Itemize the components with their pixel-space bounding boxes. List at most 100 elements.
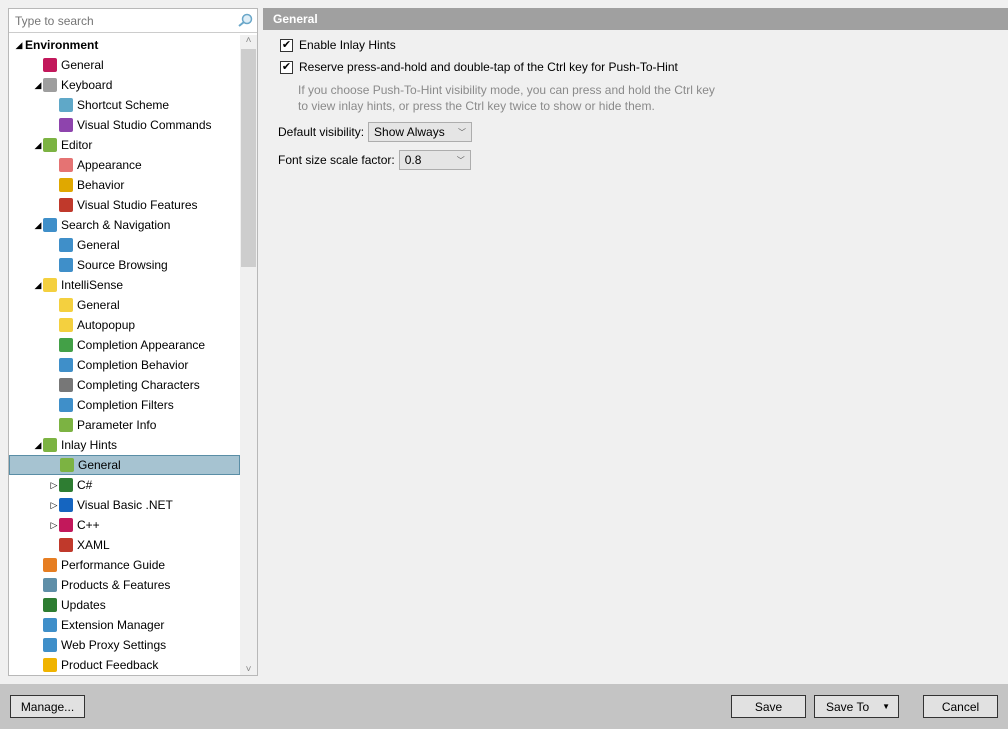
inlay-hints-icon bbox=[43, 438, 57, 452]
default-visibility-label: Default visibility: bbox=[278, 125, 365, 139]
expand-arrow-icon[interactable]: ▷ bbox=[49, 520, 59, 531]
tree-item[interactable]: Updates bbox=[9, 595, 240, 615]
tree-item-label: XAML bbox=[77, 538, 110, 552]
tree-item[interactable]: ◢ Inlay Hints bbox=[9, 435, 240, 455]
tree-item[interactable]: ▷ Visual Basic .NET bbox=[9, 495, 240, 515]
tree-item-label: Shortcut Scheme bbox=[77, 98, 170, 112]
lightbulb-icon bbox=[43, 278, 57, 292]
hint-line: If you choose Push-To-Hint visibility mo… bbox=[298, 83, 715, 97]
manage-button[interactable]: Manage... bbox=[10, 695, 85, 718]
search-box[interactable] bbox=[9, 9, 257, 33]
resharper-icon bbox=[43, 58, 57, 72]
extension-icon bbox=[43, 618, 57, 632]
collapse-arrow-icon[interactable]: ◢ bbox=[33, 440, 43, 451]
lightbulb-icon bbox=[59, 298, 73, 312]
tree-item-label: Visual Basic .NET bbox=[77, 498, 173, 512]
features-icon bbox=[59, 198, 73, 212]
tree-item-label: Completion Appearance bbox=[77, 338, 206, 352]
tree-item[interactable]: ◢ Keyboard bbox=[9, 75, 240, 95]
tree-item[interactable]: Parameter Info bbox=[9, 415, 240, 435]
save-to-button[interactable]: Save To ▼ bbox=[814, 695, 899, 718]
tree-item[interactable]: General bbox=[9, 295, 240, 315]
tree-item-label: Completion Behavior bbox=[77, 358, 189, 372]
tree-item-label: Visual Studio Features bbox=[77, 198, 198, 212]
tree-item[interactable]: ▷ C++ bbox=[9, 515, 240, 535]
tree-item[interactable]: ◢ Environment bbox=[9, 35, 240, 55]
tree-item-label: General bbox=[77, 238, 120, 252]
tree-item-label: Search & Navigation bbox=[61, 218, 171, 232]
tree-item[interactable]: Autopopup bbox=[9, 315, 240, 335]
tree-item-label: Completing Characters bbox=[77, 378, 200, 392]
products-icon bbox=[43, 578, 57, 592]
font-scale-dropdown[interactable]: 0.8 ﹀ bbox=[398, 150, 471, 170]
tree-item[interactable]: Visual Studio Commands bbox=[9, 115, 240, 135]
tree-item[interactable]: General bbox=[9, 455, 240, 475]
expand-arrow-icon[interactable]: ▷ bbox=[49, 480, 59, 491]
collapse-arrow-icon[interactable]: ◢ bbox=[33, 140, 43, 151]
tree-item[interactable]: Appearance bbox=[9, 155, 240, 175]
tree-item[interactable]: Extension Manager bbox=[9, 615, 240, 635]
default-visibility-value: Show Always bbox=[374, 125, 445, 139]
tree-item[interactable]: Web Proxy Settings bbox=[9, 635, 240, 655]
tree-item[interactable]: Completion Behavior bbox=[9, 355, 240, 375]
default-visibility-dropdown[interactable]: Show Always ﹀ bbox=[368, 122, 473, 142]
tree-item[interactable]: XAML bbox=[9, 535, 240, 555]
reserve-ctrl-checkbox[interactable]: ✔ Reserve press-and-hold and double-tap … bbox=[280, 60, 678, 74]
search-input[interactable] bbox=[15, 13, 215, 28]
tree-item[interactable]: ◢ Editor bbox=[9, 135, 240, 155]
tree-item[interactable]: ◢ Search & Navigation bbox=[9, 215, 240, 235]
tree-item-label: Behavior bbox=[77, 178, 125, 192]
tree-item[interactable]: Completing Characters bbox=[9, 375, 240, 395]
dropdown-arrow-icon[interactable]: ▼ bbox=[882, 702, 890, 711]
tree-item[interactable]: Shortcut Scheme bbox=[9, 95, 240, 115]
tree-item-label: Extension Manager bbox=[61, 618, 165, 632]
tree-item[interactable]: Products & Features bbox=[9, 575, 240, 595]
keyboard-icon bbox=[43, 78, 57, 92]
tree-item[interactable]: Completion Filters bbox=[9, 395, 240, 415]
completion-appearance-icon bbox=[59, 338, 73, 352]
tree-item[interactable]: Performance Guide bbox=[9, 555, 240, 575]
gear-icon bbox=[59, 178, 73, 192]
search-icon bbox=[238, 13, 253, 27]
tree-item[interactable]: ◢ IntelliSense bbox=[9, 275, 240, 295]
save-button[interactable]: Save bbox=[731, 695, 806, 718]
collapse-arrow-icon[interactable]: ◢ bbox=[33, 280, 43, 291]
font-scale-label: Font size scale factor: bbox=[278, 153, 395, 167]
updates-icon bbox=[43, 598, 57, 612]
performance-icon bbox=[43, 558, 57, 572]
tree-item-label: General bbox=[77, 298, 120, 312]
scroll-down-icon[interactable]: ˅ bbox=[240, 664, 257, 675]
tree-item-label: General bbox=[61, 58, 104, 72]
tree-item[interactable]: Completion Appearance bbox=[9, 335, 240, 355]
default-visibility-field: Default visibility: Show Always ﹀ bbox=[278, 122, 473, 142]
scroll-up-icon[interactable]: ˄ bbox=[240, 35, 257, 46]
chevron-down-icon: ﹀ bbox=[458, 127, 467, 137]
chevron-down-icon: ﹀ bbox=[456, 155, 465, 165]
tree-scrollbar[interactable]: ˄ ˅ bbox=[240, 35, 257, 675]
collapse-arrow-icon[interactable]: ◢ bbox=[33, 220, 43, 231]
tree-item[interactable]: Behavior bbox=[9, 175, 240, 195]
tree-item[interactable]: ▷ C# bbox=[9, 475, 240, 495]
expand-arrow-icon[interactable]: ▷ bbox=[49, 500, 59, 511]
checkmark-icon[interactable]: ✔ bbox=[280, 38, 293, 52]
collapse-arrow-icon[interactable]: ◢ bbox=[14, 40, 24, 51]
tree-item[interactable]: Source Browsing bbox=[9, 255, 240, 275]
enable-inlay-hints-checkbox[interactable]: ✔ Enable Inlay Hints bbox=[280, 38, 396, 52]
characters-icon bbox=[59, 378, 73, 392]
collapse-arrow-icon[interactable]: ◢ bbox=[33, 80, 43, 91]
tree-item-label: Completion Filters bbox=[77, 398, 174, 412]
checkmark-icon[interactable]: ✔ bbox=[280, 60, 293, 74]
proxy-icon bbox=[43, 638, 57, 652]
cpp-icon bbox=[59, 518, 73, 532]
tree-item[interactable]: Visual Studio Features bbox=[9, 195, 240, 215]
cancel-button[interactable]: Cancel bbox=[923, 695, 998, 718]
tree-item[interactable]: General bbox=[9, 55, 240, 75]
save-to-label: Save To bbox=[826, 699, 870, 714]
magnifier-icon bbox=[59, 238, 73, 252]
tree-item[interactable]: Product Feedback bbox=[9, 655, 240, 675]
scrollbar-thumb[interactable] bbox=[241, 49, 256, 267]
envelope-icon bbox=[43, 658, 57, 672]
tree-item-label: C++ bbox=[77, 518, 100, 532]
magnifier-icon bbox=[43, 218, 57, 232]
tree-item[interactable]: General bbox=[9, 235, 240, 255]
